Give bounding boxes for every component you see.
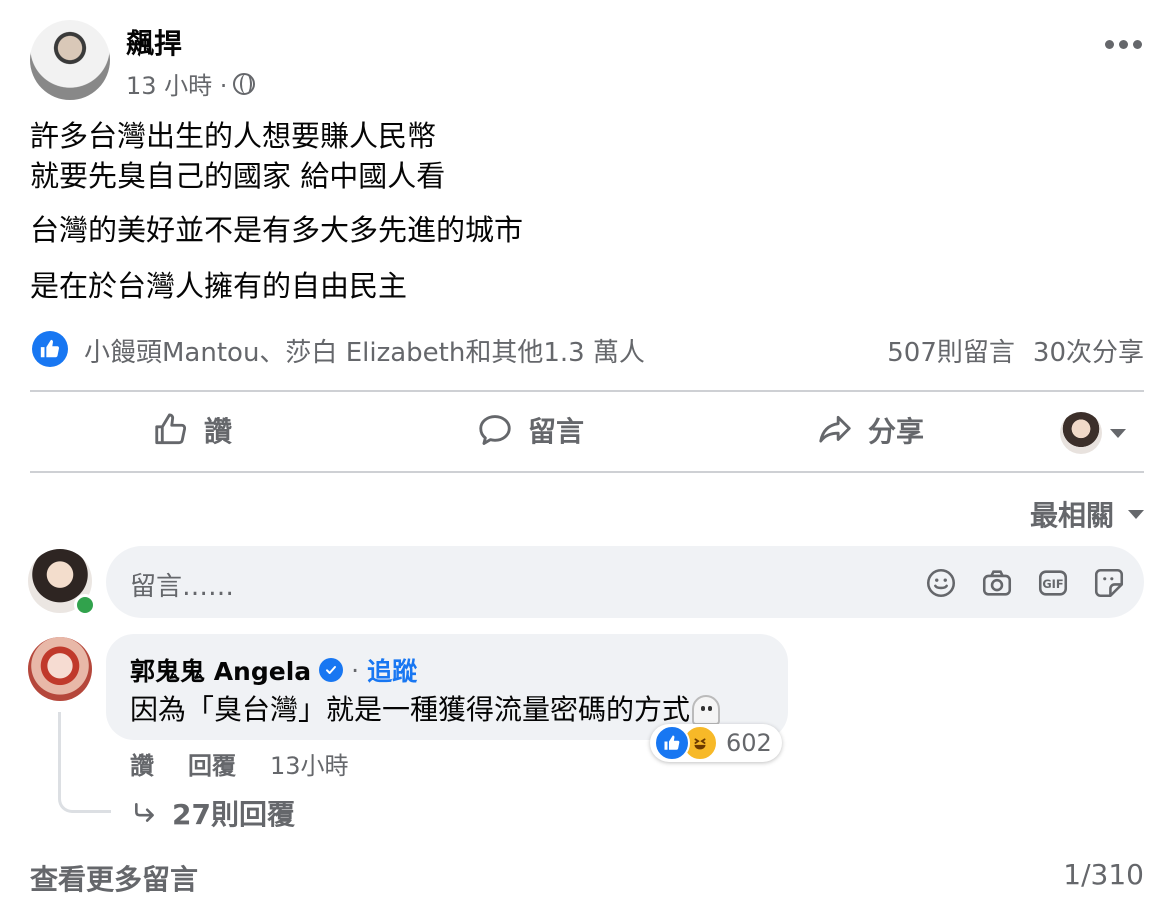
ghost-emoji-icon [692,695,721,725]
like-button[interactable]: 讚 [152,410,232,450]
comment-actions: 讚 回覆 13小時 [130,746,349,781]
author-name[interactable]: 飆捍 [126,22,182,62]
like-label: 讚 [204,415,233,448]
replies-count: 27則回覆 [172,798,295,831]
chevron-down-icon [1110,428,1126,438]
post-text-line: 台灣的美好並不是有多大多先進的城市 [30,213,524,247]
sticker-icon[interactable] [1092,566,1126,600]
globe-icon [233,72,256,95]
commenter-avatar[interactable] [28,637,92,701]
commenter-name[interactable]: 郭鬼鬼 Angela [130,652,311,688]
emoji-icon[interactable] [924,566,958,600]
reply-thread-line [58,712,111,813]
post-as-selector[interactable] [1060,412,1126,454]
reactors-summary[interactable]: 小饅頭Mantou、莎白 Elizabeth和其他1.3 萬人 [84,332,645,369]
online-status-dot [74,594,96,616]
more-options-icon[interactable] [1105,40,1142,49]
thumbs-up-icon [155,413,187,445]
share-icon [819,415,851,443]
post-text-line: 是在於台灣人擁有的自由民主 [30,269,408,303]
comment-text: 因為「臭台灣」就是一種獲得流量密碼的方式 [130,693,691,726]
svg-text:GIF: GIF [1042,577,1063,591]
camera-icon[interactable] [980,566,1014,600]
comment-input-placeholder: 留言…… [130,572,235,602]
share-label: 分享 [868,415,925,448]
view-more-comments-button[interactable]: 查看更多留言 [30,858,198,898]
sort-label: 最相關 [1029,499,1114,532]
post-text-line: 就要先臭自己的國家 給中國人看 [30,159,446,193]
like-reaction-icon [654,725,690,761]
comments-count[interactable]: 507則留言 [887,332,1015,369]
comment-like-button[interactable]: 讚 [130,746,154,781]
separator-dot: · [351,655,360,685]
chevron-down-icon [1128,509,1144,519]
comment-reactions[interactable]: 602 [650,724,782,762]
shares-count[interactable]: 30次分享 [1033,332,1144,369]
comment-text-row: 因為「臭台灣」就是一種獲得流量密碼的方式 [130,688,721,728]
reply-arrow-icon [135,803,154,822]
comment-time[interactable]: 13小時 [270,746,349,781]
follow-button[interactable]: 追蹤 [367,652,417,688]
comments-pager: 1/310 [1063,858,1144,891]
gif-icon[interactable]: GIF [1036,566,1070,600]
post-time[interactable]: 13 小時 · [126,66,227,101]
comment-label: 留言 [528,415,585,448]
commenter-header: 郭鬼鬼 Angela · 追蹤 [130,652,417,688]
post-text-line: 許多台灣出生的人想要賺人民幣 [30,119,437,153]
view-replies-button[interactable]: 27則回覆 [132,793,295,833]
comment-icon [479,415,511,445]
post-meta: 13 小時 · [126,66,256,101]
author-avatar[interactable] [30,20,110,100]
engagement-counts: 507則留言 30次分享 [887,332,1144,369]
divider [30,471,1144,473]
reaction-count: 602 [726,729,772,757]
divider [30,390,1144,392]
current-user-avatar [1060,412,1102,454]
like-reaction-icon[interactable] [32,331,68,367]
comment-reply-button[interactable]: 回覆 [188,746,236,781]
verified-badge-icon [319,658,344,682]
comment-sort-dropdown[interactable]: 最相關 [1030,494,1144,534]
comment-button[interactable]: 留言 [476,410,584,450]
share-button[interactable]: 分享 [816,410,924,450]
